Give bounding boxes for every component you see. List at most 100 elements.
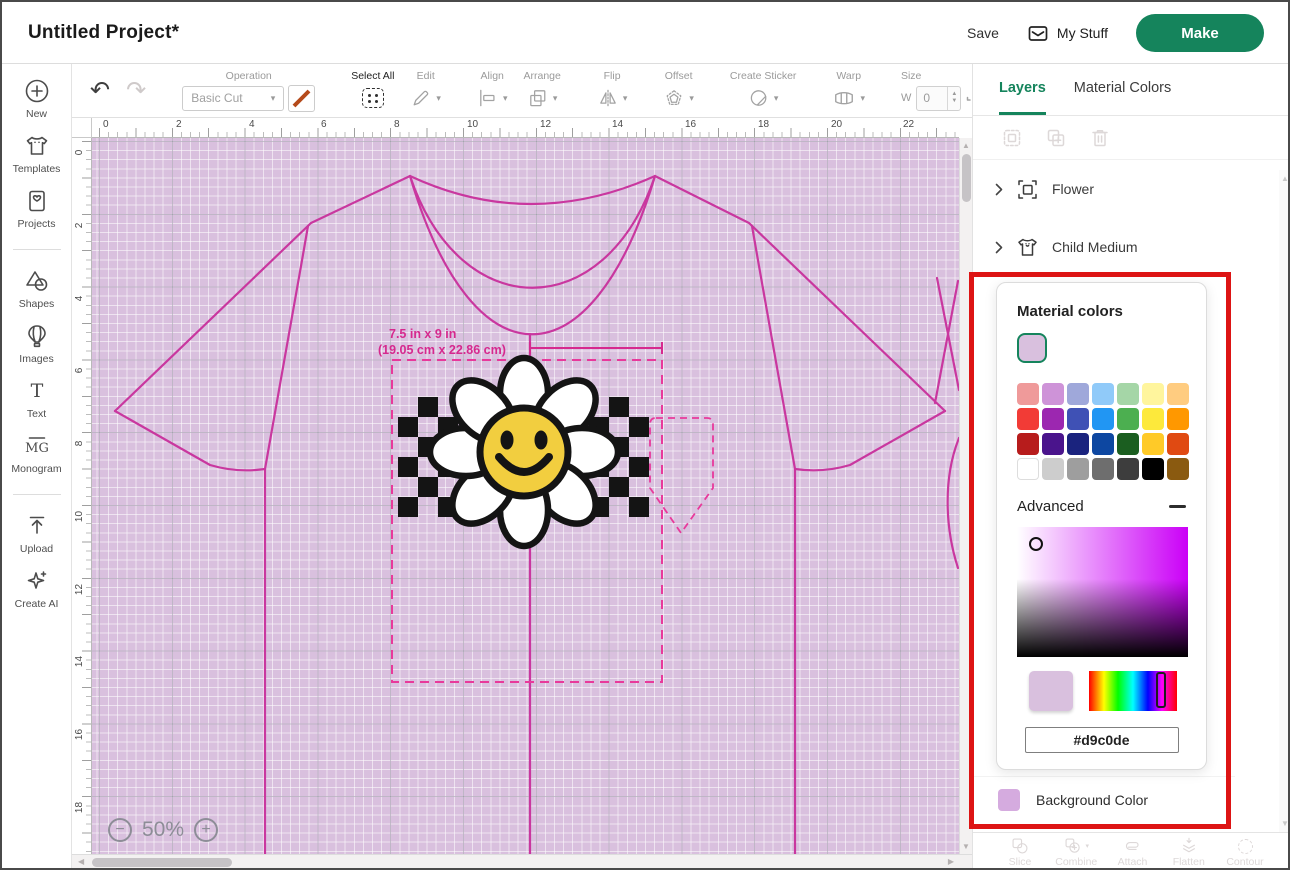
color-swatch[interactable]: [1042, 383, 1064, 405]
offset-icon: [663, 87, 685, 109]
chevron-right-icon[interactable]: [995, 241, 1003, 254]
color-swatch[interactable]: [1117, 408, 1139, 430]
width-input[interactable]: ▲▼: [916, 86, 961, 111]
attach-button: Attach: [1108, 833, 1158, 870]
color-swatch[interactable]: [1142, 408, 1164, 430]
edit-menu[interactable]: Edit ▾: [402, 70, 449, 111]
chevron-right-icon[interactable]: [995, 183, 1003, 196]
panel-scroll-up-arrow[interactable]: ▲: [1279, 174, 1290, 183]
background-color-swatch[interactable]: [998, 789, 1020, 811]
hue-slider[interactable]: [1089, 671, 1177, 711]
scroll-down-arrow[interactable]: ▼: [960, 842, 972, 851]
make-button[interactable]: Make: [1136, 14, 1264, 52]
my-stuff-button[interactable]: My Stuff: [1027, 23, 1108, 43]
undo-button[interactable]: ↶: [90, 79, 110, 103]
flower-design[interactable]: [430, 358, 618, 546]
color-swatch[interactable]: [1092, 408, 1114, 430]
color-swatch[interactable]: [1167, 408, 1189, 430]
delete-layer-icon[interactable]: [1089, 127, 1111, 149]
smiley-eye: [501, 431, 514, 450]
collapse-advanced-button[interactable]: [1169, 505, 1186, 508]
sidebar-item-images[interactable]: Images: [2, 323, 71, 365]
envelope-icon: [1027, 23, 1049, 43]
arrange-menu[interactable]: Arrange ▾: [515, 70, 568, 111]
save-button[interactable]: Save: [967, 25, 999, 41]
hex-color-input[interactable]: [1025, 727, 1179, 753]
color-swatch[interactable]: [1017, 458, 1039, 480]
duplicate-icon[interactable]: [1045, 127, 1067, 149]
color-swatch[interactable]: [1017, 383, 1039, 405]
color-swatch[interactable]: [1067, 433, 1089, 455]
vertical-scroll-thumb[interactable]: [962, 154, 971, 202]
scroll-left-arrow[interactable]: ◀: [78, 857, 84, 866]
color-swatch[interactable]: [1092, 458, 1114, 480]
flip-menu[interactable]: Flip ▾: [589, 70, 636, 111]
panel-scroll-down-arrow[interactable]: ▼: [1279, 819, 1290, 828]
sidebar-item-monogram[interactable]: MG Monogram: [2, 433, 71, 475]
color-swatch[interactable]: [1092, 383, 1114, 405]
color-swatch[interactable]: [1117, 383, 1139, 405]
sidebar-item-shapes[interactable]: Shapes: [2, 268, 71, 310]
warp-icon: [832, 87, 856, 109]
color-swatch[interactable]: [1067, 383, 1089, 405]
align-menu[interactable]: Align ▾: [469, 70, 516, 111]
color-swatch[interactable]: [1067, 458, 1089, 480]
redo-button[interactable]: ↷: [126, 79, 146, 103]
scroll-right-arrow[interactable]: ▶: [948, 857, 954, 866]
operation-select[interactable]: Basic Cut▾: [182, 86, 284, 111]
sidebar-item-new[interactable]: New: [2, 78, 71, 120]
sidebar-item-upload[interactable]: Upload: [2, 513, 71, 555]
color-swatch[interactable]: [1042, 408, 1064, 430]
scroll-up-arrow[interactable]: ▲: [960, 141, 972, 150]
zoom-out-button[interactable]: −: [108, 818, 132, 842]
sidebar-item-text[interactable]: T Text: [2, 378, 71, 420]
color-swatch[interactable]: [1042, 458, 1064, 480]
layer-row-child-medium[interactable]: Child Medium: [973, 218, 1290, 276]
zoom-in-button[interactable]: +: [194, 818, 218, 842]
zoom-level: 50%: [142, 818, 184, 842]
color-swatch[interactable]: [1067, 408, 1089, 430]
pocket-outline: [650, 418, 713, 533]
sidebar-item-templates[interactable]: Templates: [2, 133, 71, 175]
select-similar-icon[interactable]: [1001, 127, 1023, 149]
color-swatch[interactable]: [1142, 383, 1164, 405]
color-swatch[interactable]: [1167, 433, 1189, 455]
material-colors-popup: Material colors: [996, 282, 1207, 770]
tab-layers[interactable]: Layers: [999, 64, 1046, 115]
sidebar-item-create-ai[interactable]: Create AI: [2, 568, 71, 610]
color-swatch[interactable]: [1117, 458, 1139, 480]
svg-text:MG: MG: [25, 441, 49, 456]
layer-row-flower[interactable]: Flower: [973, 160, 1290, 218]
create-sticker-menu[interactable]: Create Sticker ▾: [722, 70, 805, 111]
combine-icon: [1063, 836, 1083, 856]
picker-cursor[interactable]: [1029, 537, 1043, 551]
color-swatch[interactable]: [1142, 433, 1164, 455]
color-swatch[interactable]: [1117, 433, 1139, 455]
color-swatch[interactable]: [1167, 458, 1189, 480]
canvas-vertical-scrollbar[interactable]: ▲ ▼: [959, 138, 972, 854]
tab-material-colors[interactable]: Material Colors: [1074, 64, 1172, 115]
select-all-button[interactable]: Select All: [343, 70, 402, 111]
layer-tools-bar: Slice ▾ Combine Attach: [973, 832, 1290, 870]
hue-slider-handle[interactable]: [1156, 672, 1166, 708]
color-swatch[interactable]: [1017, 408, 1039, 430]
selected-material-color-swatch[interactable]: [1017, 333, 1047, 363]
sidebar-item-projects[interactable]: Projects: [2, 188, 71, 230]
flip-icon: [597, 87, 619, 109]
canvas-horizontal-scrollbar[interactable]: ◀ ▶: [72, 854, 972, 870]
design-canvas[interactable]: 7.5 in x 9 in (19.05 cm x 22.86 cm): [92, 138, 959, 854]
flatten-icon: [1179, 836, 1199, 856]
saturation-value-picker[interactable]: [1017, 527, 1188, 657]
operation-color-swatch[interactable]: [288, 85, 315, 112]
offset-menu[interactable]: Offset ▾: [655, 70, 702, 111]
background-color-row[interactable]: Background Color: [973, 776, 1235, 822]
horizontal-scroll-thumb[interactable]: [92, 858, 232, 867]
width-stepper[interactable]: ▲▼: [947, 87, 960, 110]
color-swatch[interactable]: [1167, 383, 1189, 405]
color-swatch[interactable]: [1017, 433, 1039, 455]
color-swatch[interactable]: [1142, 458, 1164, 480]
panel-scrollbar[interactable]: ▲ ▼: [1279, 170, 1290, 832]
warp-menu[interactable]: Warp ▾: [824, 70, 873, 111]
color-swatch[interactable]: [1092, 433, 1114, 455]
color-swatch[interactable]: [1042, 433, 1064, 455]
